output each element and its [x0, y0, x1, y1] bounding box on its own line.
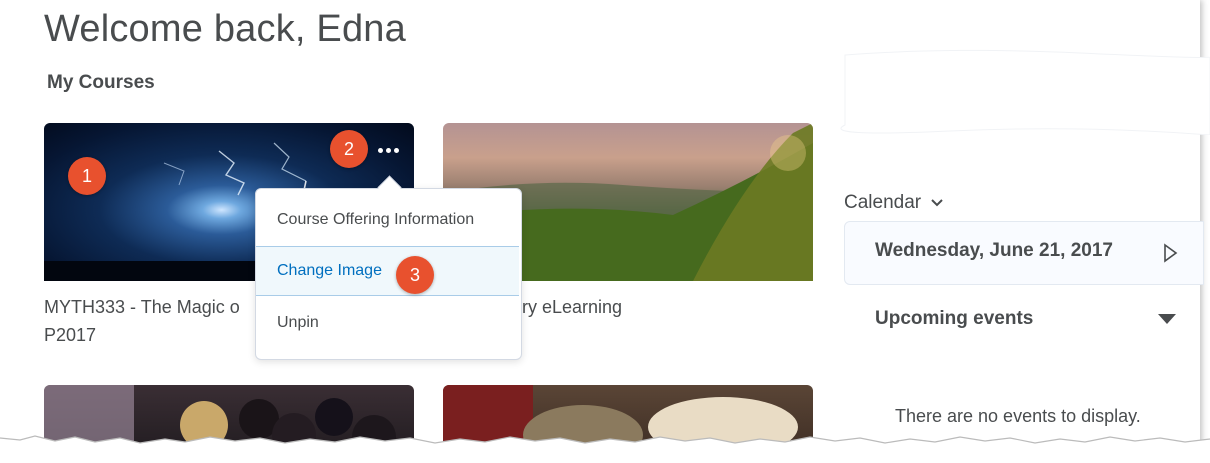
homepage-frame: Welcome back, Edna My Courses MYTH333 - … [0, 0, 1210, 463]
calendar-header[interactable]: Calendar [844, 192, 943, 214]
dot [377, 147, 383, 153]
course-title-line: ry eLearning [522, 297, 623, 317]
step-badge-3: 3 [396, 256, 434, 294]
triangle-right-icon[interactable] [1159, 242, 1181, 264]
upcoming-events-heading[interactable]: Upcoming events [875, 308, 1033, 330]
dot [393, 147, 399, 153]
my-courses-heading: My Courses [47, 72, 155, 93]
triangle-down-icon[interactable] [1156, 311, 1178, 327]
no-events-message: There are no events to display. [895, 406, 1141, 426]
step-badge-1: 1 [68, 157, 106, 195]
calendar-label: Calendar [844, 192, 922, 213]
more-options-icon[interactable] [374, 138, 402, 162]
course-title-line: P2017 [44, 325, 97, 345]
torn-edge [0, 435, 1210, 463]
faded-region [830, 45, 1210, 136]
calendar-date-bar: Wednesday, June 21, 2017 [844, 221, 1204, 285]
course-title-myth333[interactable]: MYTH333 - The Magic o P2017 [44, 293, 240, 349]
calendar-date: Wednesday, June 21, 2017 [875, 240, 1113, 261]
menu-item-change-image[interactable]: Change Image [256, 246, 519, 296]
step-badge-2: 2 [330, 130, 368, 168]
course-title-elearning[interactable]: ry eLearning [522, 293, 622, 321]
dot [385, 147, 391, 153]
course-context-menu: Course Offering Information Change Image… [255, 188, 522, 360]
chevron-down-icon [931, 199, 943, 207]
course-title-line: MYTH333 - The Magic o [44, 297, 240, 317]
welcome-heading: Welcome back, Edna [44, 8, 406, 50]
menu-item-unpin[interactable]: Unpin [256, 298, 519, 348]
menu-item-course-offering-information[interactable]: Course Offering Information [256, 195, 519, 245]
